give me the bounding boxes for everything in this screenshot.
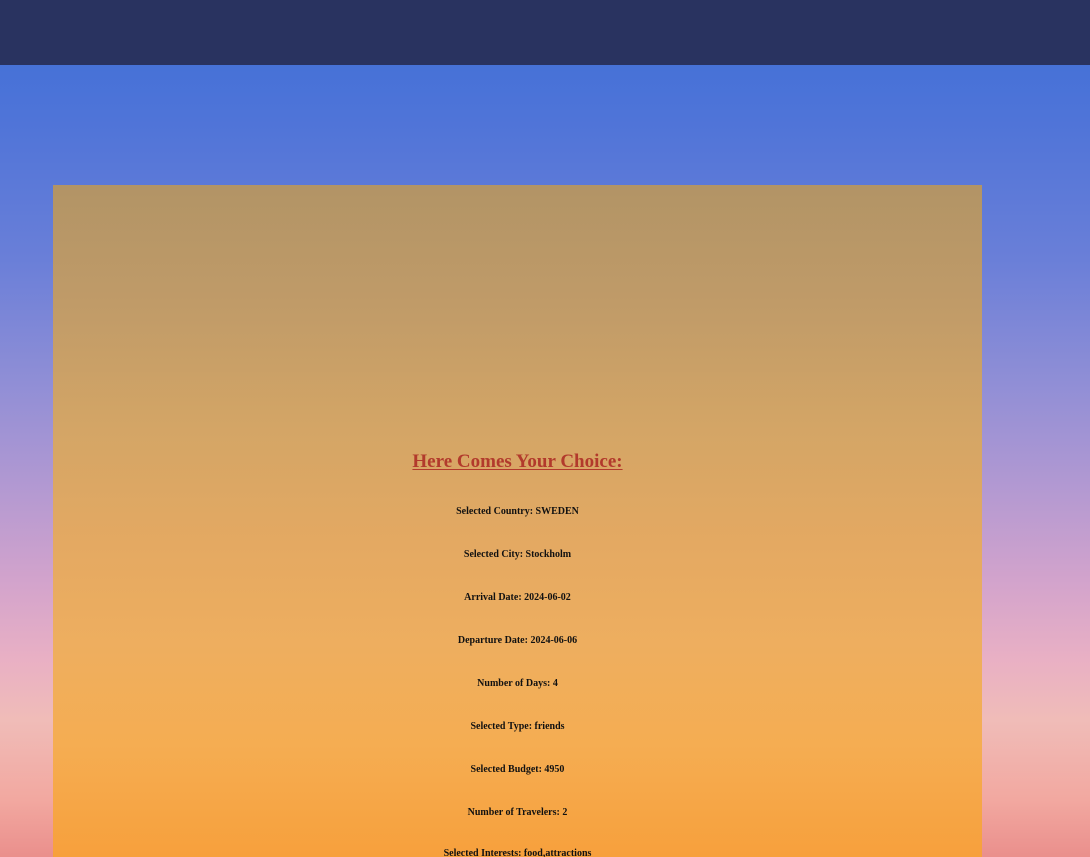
selected-country: Selected Country: SWEDEN <box>456 506 579 517</box>
selected-budget: Selected Budget: 4950 <box>470 764 565 775</box>
choice-title: Here Comes Your Choice: <box>412 451 623 472</box>
number-of-days: Number of Days: 4 <box>477 678 558 689</box>
selected-type: Selected Type: friends <box>470 721 565 732</box>
number-of-travelers: Number of Travelers: 2 <box>467 807 568 818</box>
arrival-date: Arrival Date: 2024-06-02 <box>464 592 571 603</box>
selected-interests: Selected Interests: food,attractions <box>443 848 592 857</box>
departure-date: Departure Date: 2024-06-06 <box>457 635 578 646</box>
selected-city: Selected City: Stockholm <box>463 549 572 560</box>
choice-summary-panel: Here Comes Your Choice: Selected Country… <box>53 185 982 857</box>
top-navbar <box>0 0 1090 65</box>
